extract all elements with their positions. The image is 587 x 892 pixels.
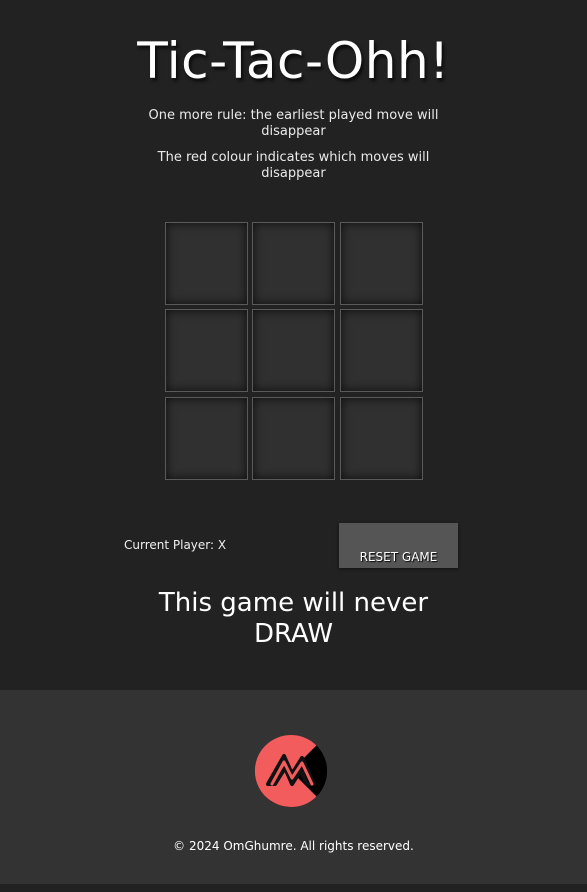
board-cell-7[interactable] [165,397,248,480]
board-cell-5[interactable] [252,309,335,392]
rule-text-red-colour: The red colour indicates which moves wil… [157,150,430,181]
tagline-text: This game will never DRAW [158,588,429,649]
copyright-text: © 2024 OmGhumre. All rights reserved. [173,839,414,853]
board-cell-1[interactable] [165,222,248,305]
rule-text-earliest-move: One more rule: the earliest played move … [148,108,439,139]
reset-game-button[interactable]: RESET GAME [339,523,458,568]
footer: © 2024 OmGhumre. All rights reserved. [0,690,587,884]
om-logo-icon [254,734,328,808]
game-section: Tic-Tac-Ohh! One more rule: the earliest… [0,0,587,690]
board-cell-2[interactable] [252,222,335,305]
page: Tic-Tac-Ohh! One more rule: the earliest… [0,0,587,892]
current-player-status: Current Player: X [124,538,227,552]
board-cell-4[interactable] [165,309,248,392]
page-title: Tic-Tac-Ohh! [137,32,450,90]
board-cell-8[interactable] [252,397,335,480]
board-cell-3[interactable] [340,222,423,305]
board-cell-6[interactable] [340,309,423,392]
game-board [165,222,425,482]
board-cell-9[interactable] [340,397,423,480]
